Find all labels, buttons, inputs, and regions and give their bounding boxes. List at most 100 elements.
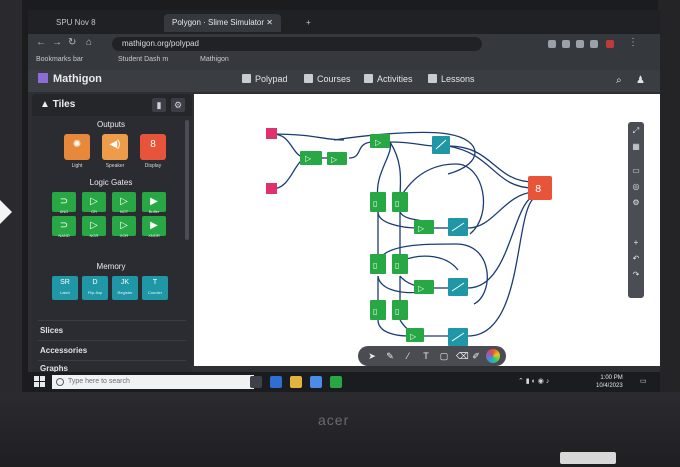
svg-text:▷: ▷ — [418, 224, 425, 233]
fullscreen-icon[interactable]: ⤢ — [631, 126, 641, 136]
extension-icon[interactable] — [590, 40, 598, 48]
input-switch[interactable] — [266, 128, 277, 139]
tile-latch[interactable]: SR Latch — [52, 276, 78, 300]
reload-icon[interactable]: ↻ — [68, 37, 76, 48]
app-logo[interactable]: Mathigon — [38, 73, 102, 85]
profile-icon[interactable] — [606, 40, 614, 48]
eraser-icon[interactable]: ⌫ — [456, 350, 469, 362]
sidebar-header: ▲ Tiles ▮ ⚙ — [32, 94, 192, 116]
gate-nand[interactable]: ⊃ NAND — [52, 216, 76, 238]
account-icon[interactable]: ♟ — [636, 75, 645, 86]
svg-text:▯: ▯ — [373, 307, 377, 316]
new-tab-button[interactable]: + — [298, 14, 319, 32]
tab-polypad[interactable]: Polygon · Slime Simulator ✕ — [164, 14, 281, 32]
taskbar-search-input[interactable]: Type here to search — [52, 375, 254, 389]
svg-text:▷: ▷ — [375, 138, 382, 147]
canvas-side-toolbar: ⤢ ▦ ▭ ◎ ⚙ + ↶ ↷ — [628, 122, 644, 298]
category-accessories[interactable]: Accessories — [40, 346, 87, 355]
tile-register[interactable]: JK Register — [112, 276, 138, 300]
laptop-brand-logo: acer — [318, 412, 350, 428]
nav-polypad[interactable]: Polypad — [242, 74, 288, 84]
extension-icon[interactable] — [576, 40, 584, 48]
tile-speaker[interactable]: ◀) Speaker — [102, 134, 128, 169]
extension-icon[interactable] — [562, 40, 570, 48]
svg-text:▷: ▷ — [418, 284, 425, 293]
zoom-in-icon[interactable]: + — [631, 238, 641, 248]
app-icon[interactable] — [330, 376, 342, 388]
svg-text:▯: ▯ — [395, 199, 399, 208]
redo-icon[interactable]: ↷ — [631, 270, 641, 280]
lessons-icon — [428, 74, 437, 83]
save-icon[interactable]: ▭ — [631, 166, 641, 176]
taskbar-clock[interactable]: 1:00 PM 10/4/2023 — [596, 374, 623, 390]
task-view-icon[interactable] — [250, 376, 262, 388]
back-icon[interactable]: ← — [36, 37, 46, 48]
settings-icon[interactable]: ⚙ — [631, 198, 641, 208]
wire — [447, 145, 535, 189]
sidebar-title: ▲ Tiles — [40, 99, 76, 110]
wire — [399, 255, 459, 271]
chrome-icon[interactable] — [310, 376, 322, 388]
grid-icon[interactable]: ▦ — [631, 142, 641, 152]
file-explorer-icon[interactable] — [290, 376, 302, 388]
browser-toolbar: ← → ↻ ⌂ mathigon.org/polypad ⋮ — [28, 34, 660, 54]
home-icon[interactable]: ⌂ — [86, 37, 92, 48]
search-icon[interactable]: ⌕ — [616, 75, 622, 86]
logic-gate-nodes — [300, 134, 434, 342]
tab-spu[interactable]: SPU Nov 8 — [48, 14, 104, 32]
text-icon[interactable]: T — [420, 350, 432, 362]
nav-courses[interactable]: Courses — [304, 74, 351, 84]
gate-xnor[interactable]: ▶ XNOR — [142, 216, 166, 238]
gate-not[interactable]: ▷ NOT — [112, 192, 136, 214]
tile-flip-flop[interactable]: D Flip-flop — [82, 276, 108, 300]
gate-and[interactable]: ⊃ AND — [52, 192, 76, 214]
category-slices[interactable]: Slices — [40, 326, 63, 335]
search-icon — [56, 378, 64, 386]
polypad-canvas[interactable]: ▷ ▷ ▷ ▯ ▯ ▯ ▯ ▯ ▯ ▷ ▷ ▷ 8 — [194, 94, 660, 366]
line-icon[interactable]: ⁄ — [402, 350, 414, 362]
undo-icon[interactable]: ↶ — [631, 254, 641, 264]
nav-activities[interactable]: Activities — [364, 74, 413, 84]
tile-counter[interactable]: T Counter — [142, 276, 168, 300]
bookmark-item[interactable]: Mathigon — [200, 56, 229, 63]
output-display-glyph: 8 — [535, 184, 541, 195]
display-icon: 8 — [150, 139, 156, 150]
gate-buffer[interactable]: ▶ Buffer — [142, 192, 166, 214]
gate-xor[interactable]: ▷ XOR — [112, 216, 136, 238]
sidebar-scrollbar[interactable] — [185, 120, 189, 240]
bookmark-item[interactable]: Student Dash m — [118, 56, 168, 63]
bookmarks-bar: Bookmarks bar Student Dash m Mathigon — [28, 54, 660, 71]
input-switch[interactable] — [266, 183, 277, 194]
tray-icons[interactable]: ⌃ ▮ ◐ ◉ ♪ — [518, 377, 549, 385]
windows-taskbar: Type here to search ⌃ ▮ ◐ ◉ ♪ 1:00 PM 10/… — [28, 372, 660, 392]
windows-start-icon[interactable] — [34, 376, 46, 388]
address-bar[interactable]: mathigon.org/polypad — [112, 37, 482, 51]
divider — [38, 320, 186, 321]
notifications-icon[interactable]: ▭ — [640, 377, 647, 385]
menu-icon[interactable]: ⋮ — [628, 37, 638, 48]
browser-tab-bar: SPU Nov 8 Polygon · Slime Simulator ✕ + — [28, 10, 660, 34]
sidebar-collapse-button[interactable]: ▮ — [152, 98, 166, 112]
highlighter-icon[interactable]: ✐ — [470, 350, 482, 362]
gate-nor[interactable]: ▷ NOR — [82, 216, 106, 238]
extension-icon[interactable] — [548, 40, 556, 48]
polypad-icon — [242, 74, 251, 83]
canvas-drawing-toolbar: ➤ ✎ ⁄ T ▢ ⌫ ✐ — [358, 346, 506, 366]
color-palette-icon[interactable] — [486, 349, 500, 363]
wire — [389, 141, 402, 199]
forward-icon[interactable]: → — [52, 37, 62, 48]
select-icon[interactable]: ➤ — [366, 350, 378, 362]
bookmark-item[interactable]: Bookmarks bar — [36, 56, 83, 63]
shape-icon[interactable]: ▢ — [438, 350, 450, 362]
pen-icon[interactable]: ✎ — [384, 350, 396, 362]
section-memory-title: Memory — [96, 262, 126, 271]
sidebar-settings-button[interactable]: ⚙ — [171, 98, 185, 112]
tile-display[interactable]: 8 Display — [140, 134, 166, 169]
wire — [376, 141, 392, 199]
edge-icon[interactable] — [270, 376, 282, 388]
gate-or[interactable]: ▷ OR — [82, 192, 106, 214]
wire — [399, 163, 485, 235]
nav-lessons[interactable]: Lessons — [428, 74, 475, 84]
share-icon[interactable]: ◎ — [631, 182, 641, 192]
tile-light[interactable]: ✺ Light — [64, 134, 90, 169]
